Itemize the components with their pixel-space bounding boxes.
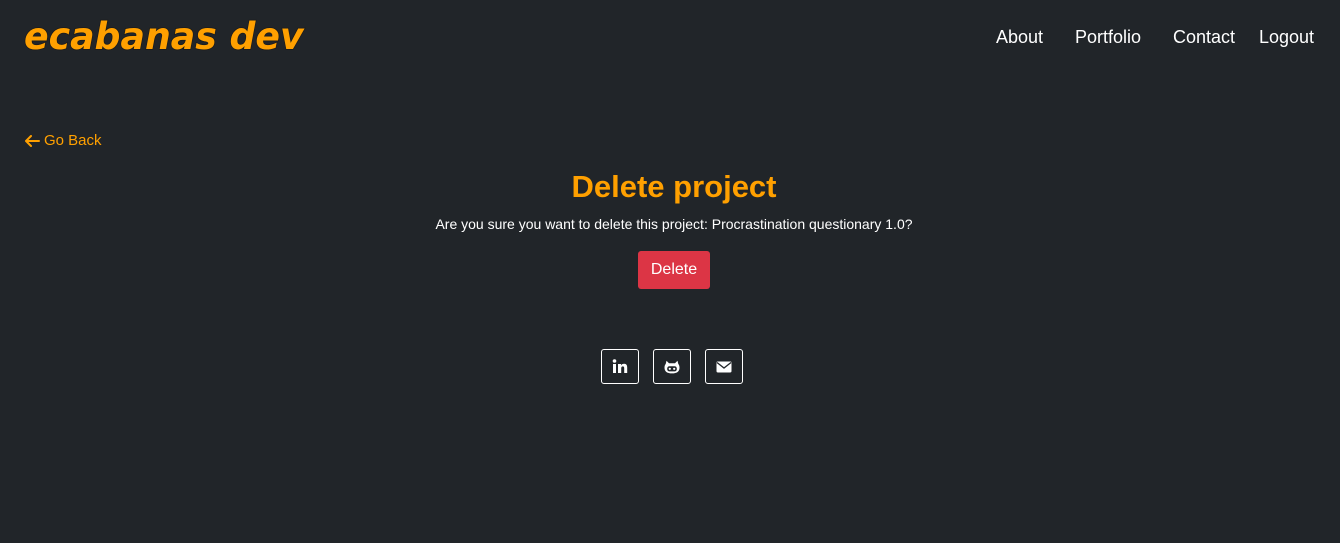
arrow-left-icon bbox=[25, 135, 40, 147]
page-title: Delete project bbox=[571, 169, 777, 204]
delete-button[interactable]: Delete bbox=[638, 251, 710, 289]
navbar: ecabanas dev About Portfolio Contact Log… bbox=[0, 0, 1340, 78]
linkedin-icon bbox=[612, 359, 628, 373]
go-back-link[interactable]: Go Back bbox=[25, 132, 102, 150]
go-back-label: Go Back bbox=[44, 132, 102, 149]
email-button[interactable] bbox=[705, 349, 743, 384]
nav-link-about[interactable]: About bbox=[996, 26, 1043, 48]
brand-logo[interactable]: ecabanas dev bbox=[23, 14, 304, 60]
confirm-message: Are you sure you want to delete this pro… bbox=[435, 216, 913, 232]
github-icon bbox=[664, 360, 680, 373]
envelope-icon bbox=[716, 361, 732, 372]
linkedin-button[interactable] bbox=[601, 349, 639, 384]
nav-link-logout[interactable]: Logout bbox=[1259, 26, 1314, 48]
github-button[interactable] bbox=[653, 349, 691, 384]
nav-link-contact[interactable]: Contact bbox=[1173, 26, 1235, 48]
nav-link-portfolio[interactable]: Portfolio bbox=[1075, 26, 1141, 48]
